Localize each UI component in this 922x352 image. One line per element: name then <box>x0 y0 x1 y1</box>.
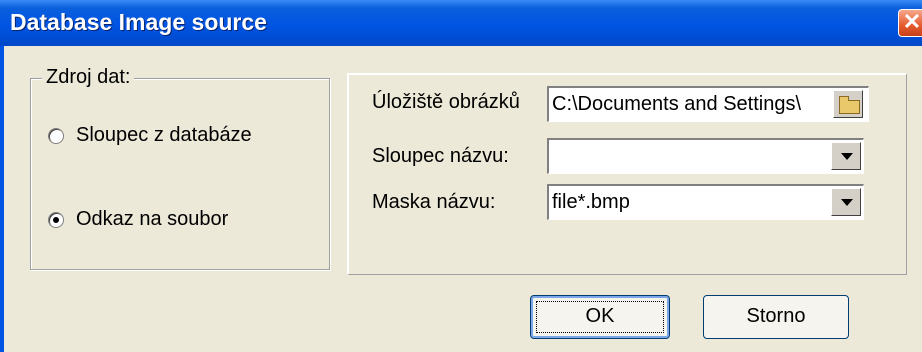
name-column-label: Sloupec názvu: <box>372 145 509 167</box>
storage-path-field[interactable]: C:\Documents and Settings\ <box>547 86 869 122</box>
close-icon: ✕ <box>902 9 922 34</box>
name-mask-dropdown[interactable]: file*.bmp <box>547 184 864 220</box>
name-column-dropdown-button[interactable] <box>831 142 861 170</box>
chevron-down-icon <box>841 199 853 206</box>
name-mask-value: file*.bmp <box>552 191 630 213</box>
chevron-down-icon <box>841 153 853 160</box>
data-source-legend: Zdroj dat: <box>42 66 135 89</box>
window-title: Database Image source <box>10 9 267 35</box>
title-bar[interactable]: Database Image source ✕ <box>0 0 922 46</box>
ok-button[interactable]: OK <box>530 295 670 339</box>
folder-icon <box>839 96 860 114</box>
name-mask-label: Maska názvu: <box>372 191 496 213</box>
browse-button[interactable] <box>833 90 863 118</box>
radio-indicator-checked[interactable] <box>48 211 64 228</box>
radio-label: Sloupec z databáze <box>76 124 252 146</box>
focus-rect <box>536 301 664 333</box>
storage-path-value: C:\Documents and Settings\ <box>552 93 802 115</box>
radio-indicator[interactable] <box>48 127 64 144</box>
window-frame-left <box>0 46 4 352</box>
name-mask-dropdown-button[interactable] <box>831 188 861 216</box>
radio-link-to-file[interactable]: Odkaz na soubor <box>48 208 228 231</box>
radio-column-from-database[interactable]: Sloupec z databáze <box>48 124 252 147</box>
radio-label: Odkaz na soubor <box>76 208 229 230</box>
cancel-button-label: Storno <box>746 305 806 327</box>
cancel-button[interactable]: Storno <box>703 295 849 339</box>
name-column-dropdown[interactable] <box>547 138 864 174</box>
close-button[interactable]: ✕ <box>898 9 922 37</box>
data-source-group <box>30 78 330 270</box>
dialog-window: Database Image source ✕ Zdroj dat: Sloup… <box>0 0 922 352</box>
storage-label: Úložiště obrázků <box>372 91 520 113</box>
